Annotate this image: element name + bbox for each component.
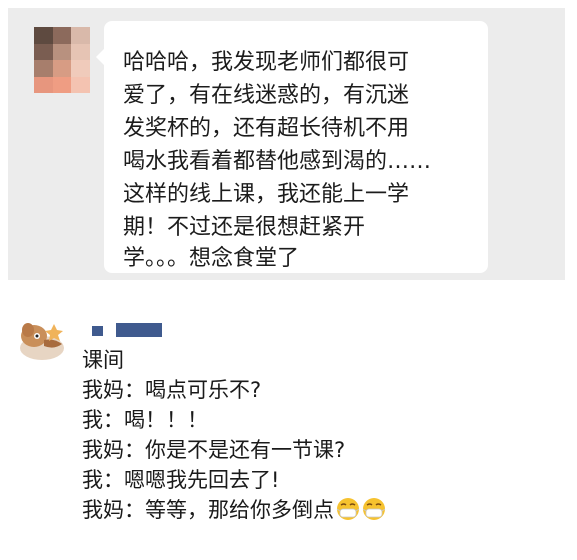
chat-message-line: 发奖杯的，还有超长待机不用: [123, 116, 410, 141]
chat-message-line: 爱了，有在线迷惑的，有沉迷: [123, 83, 410, 108]
comment-line-last: 我妈：等等，那给你多倒点: [82, 496, 386, 524]
chat-message-line: 期！不过还是很想赶紧开: [123, 215, 366, 240]
comment-line: 我：喝！！！: [82, 408, 208, 432]
mask-face-emoji-icon: [362, 498, 386, 520]
pixelated-avatar: [34, 27, 90, 93]
chat-message-line: 喝水我看着都替他感到渴的……: [123, 149, 432, 174]
chat-message-line: 学。。。想念食堂了: [123, 246, 300, 271]
chat-screenshot: 哈哈哈，我发现老师们都很可 爱了，有在线迷惑的，有沉迷 发奖杯的，还有超长待机不…: [8, 8, 565, 280]
cartoon-avatar[interactable]: [14, 310, 70, 366]
chat-message-line: 哈哈哈，我发现老师们都很可: [123, 50, 410, 75]
comment-item: 课间 我妈：喝点可乐不? 我：喝！！！ 我妈：你是不是还有一节课? 我：嗯嗯我先…: [0, 300, 577, 560]
comment-line: 我妈：喝点可乐不?: [82, 378, 262, 402]
chat-message-line: 这样的线上课，我还能上一学: [123, 182, 410, 207]
chat-message-bubble: 哈哈哈，我发现老师们都很可 爱了，有在线迷惑的，有沉迷 发奖杯的，还有超长待机不…: [96, 21, 488, 273]
comment-line: 我：嗯嗯我先回去了!: [82, 468, 280, 492]
comment-line-text: 我妈：等等，那给你多倒点: [82, 498, 334, 522]
comment-line: 课间: [82, 348, 124, 372]
mask-face-emoji-icon: [336, 498, 360, 520]
comment-line: 我妈：你是不是还有一节课?: [82, 438, 346, 462]
username-redaction: [92, 326, 103, 336]
username-redaction: [116, 323, 162, 337]
